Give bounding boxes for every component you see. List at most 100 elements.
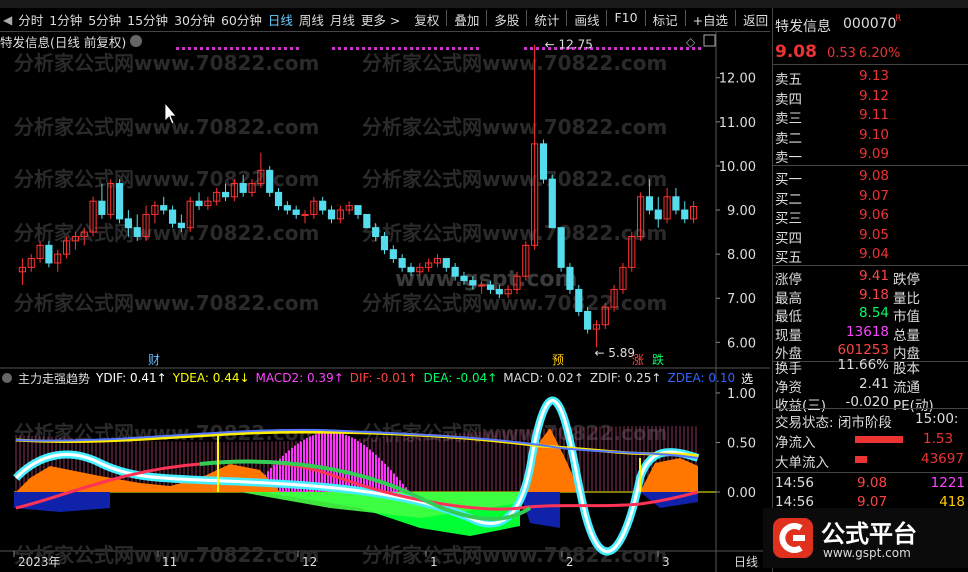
bid-price[interactable]: 9.08 (819, 168, 889, 184)
candle-body (681, 209, 689, 220)
watermark-text: 分析家公式网www.70822.com (362, 115, 667, 139)
candle-body (168, 209, 177, 224)
signal-dot (338, 47, 341, 50)
signal-dot (230, 47, 233, 50)
gspt-logo: 公式平台 www.gspt.com (763, 508, 968, 568)
candle-body (539, 143, 548, 180)
signal-dot (260, 47, 263, 50)
signal-dot (188, 47, 191, 50)
ask-label: 卖五 (775, 72, 802, 88)
indicator-value-1: YDEA: 0.44↓ (172, 371, 250, 385)
bid-label: 买二 (775, 191, 802, 208)
indicator-value-6: ZDIF: 0.25↑ (589, 371, 662, 385)
bid-price[interactable]: 9.06 (819, 207, 889, 223)
stat-value: 9.18 (858, 286, 889, 303)
signal-dot (254, 47, 257, 50)
signal-dot (374, 47, 377, 50)
candle-body (575, 288, 583, 312)
big-flow-row: 大单流入 43697 (773, 451, 968, 471)
quote-panel: 特发信息 000070 R 9.08 0.53 6.20% 卖五 9.13 卖四 9.… (763, 8, 968, 572)
stat-row: 净资 2.41 流通 (773, 376, 968, 396)
bid-label: 买五 (775, 250, 802, 266)
ask-price[interactable]: 9.12 (819, 88, 889, 104)
ask-row: 卖五 9.13 (773, 68, 968, 88)
bid-price[interactable]: 9.07 (819, 188, 889, 204)
signal-dot (638, 47, 641, 50)
diamond-icon[interactable]: ◇ (686, 35, 696, 49)
big-flow-value: 43697 (921, 451, 964, 467)
watermark-text: 分析家公式网www.70822.com (14, 167, 319, 191)
ask-label: 卖四 (775, 91, 802, 108)
stat-label-2: 跌停 (893, 272, 920, 288)
bid-price[interactable]: 9.04 (819, 246, 889, 262)
stat-value: 11.66% (837, 357, 889, 373)
candle-body (451, 266, 459, 277)
candle-body (283, 205, 291, 211)
event-marker[interactable]: 涨 (632, 352, 644, 367)
signal-dot (476, 47, 479, 50)
stat-value: 9.41 (858, 268, 889, 284)
stat-row: 涨停 9.41 跌停 (773, 268, 968, 288)
indicator-value-8: 选 (741, 371, 754, 386)
indicator-header: 主力走强趋势 YDIF: 0.41↑ YDEA: 0.44↓ MACD2: 0.39… (0, 370, 753, 386)
ask-price[interactable]: 9.09 (819, 146, 889, 162)
candle-body (495, 288, 503, 295)
stat-label: 最低 (775, 309, 802, 325)
watermark-text: 分析家公式网www.70822.com (362, 543, 667, 567)
price-tick-label: 11.00 (719, 116, 756, 131)
signal-dot (440, 47, 443, 50)
indicator-toggle-icon[interactable] (2, 373, 12, 383)
signal-dot (248, 47, 251, 50)
ask-price[interactable]: 9.10 (819, 127, 889, 143)
event-marker[interactable]: 预 (552, 353, 564, 367)
kline-chart[interactable]: 分析家公式网www.70822.com 分析家公式网www.70822.com 分析… (0, 8, 770, 572)
indicator-name[interactable]: 主力走强趋势 (18, 370, 90, 387)
candle-body (478, 284, 486, 287)
stat-label: 涨停 (775, 272, 802, 288)
watermark-text: 分析家公式网www.70822.com (362, 167, 667, 191)
signal-dot (470, 47, 473, 50)
watermark-text: 分析家公式网www.70822.com (14, 51, 319, 75)
candle-body (557, 227, 565, 268)
x-tick-label: 2023年 (18, 555, 61, 569)
candle-body (354, 205, 362, 215)
candle-body (327, 209, 336, 220)
signal-dot (194, 47, 197, 50)
signal-dot (356, 47, 359, 50)
ask-price[interactable]: 9.11 (819, 107, 889, 123)
bid-price[interactable]: 9.05 (819, 227, 889, 243)
signal-dot (392, 47, 395, 50)
signal-dot (218, 47, 221, 50)
signal-dot (212, 47, 215, 50)
signal-dot (344, 47, 347, 50)
candle-body (389, 249, 397, 260)
bid-label: 买四 (775, 230, 802, 247)
last-price: 9.08 (775, 42, 817, 62)
signal-dot (386, 47, 389, 50)
maximize-icon[interactable] (703, 34, 716, 47)
event-marker[interactable]: 财 (148, 353, 160, 367)
stock-name-row: 特发信息 000070 R (773, 14, 968, 36)
candle-body (654, 209, 662, 220)
signal-dot (290, 47, 293, 50)
x-tick-label: 3 (662, 555, 670, 569)
candle-body (239, 183, 247, 193)
event-marker[interactable]: 跌 (652, 352, 664, 367)
bid-row: 买三 9.06 (773, 207, 968, 227)
candle-body (486, 284, 495, 290)
ask-price[interactable]: 9.13 (819, 68, 889, 84)
stat-row: 最高 9.18 量比 (773, 286, 968, 307)
indicator-value-7: ZDEA: 0.10 (667, 371, 736, 385)
signal-dot (680, 47, 683, 50)
signal-dot (446, 47, 449, 50)
price-pct: 6.20% (859, 46, 901, 61)
indicator-value-2: MACD2: 0.39↑ (255, 371, 344, 385)
min-price-label: ← 5.89 (594, 346, 635, 360)
watermark-text: 分析家公式网www.70822.com (362, 51, 667, 75)
signal-dot (410, 47, 413, 50)
logo-url: www.gspt.com (823, 546, 911, 560)
signal-dot (428, 47, 431, 50)
candle-body (672, 196, 680, 211)
stat-value: 601253 (837, 342, 889, 358)
stat-label: 净资 (775, 379, 802, 396)
